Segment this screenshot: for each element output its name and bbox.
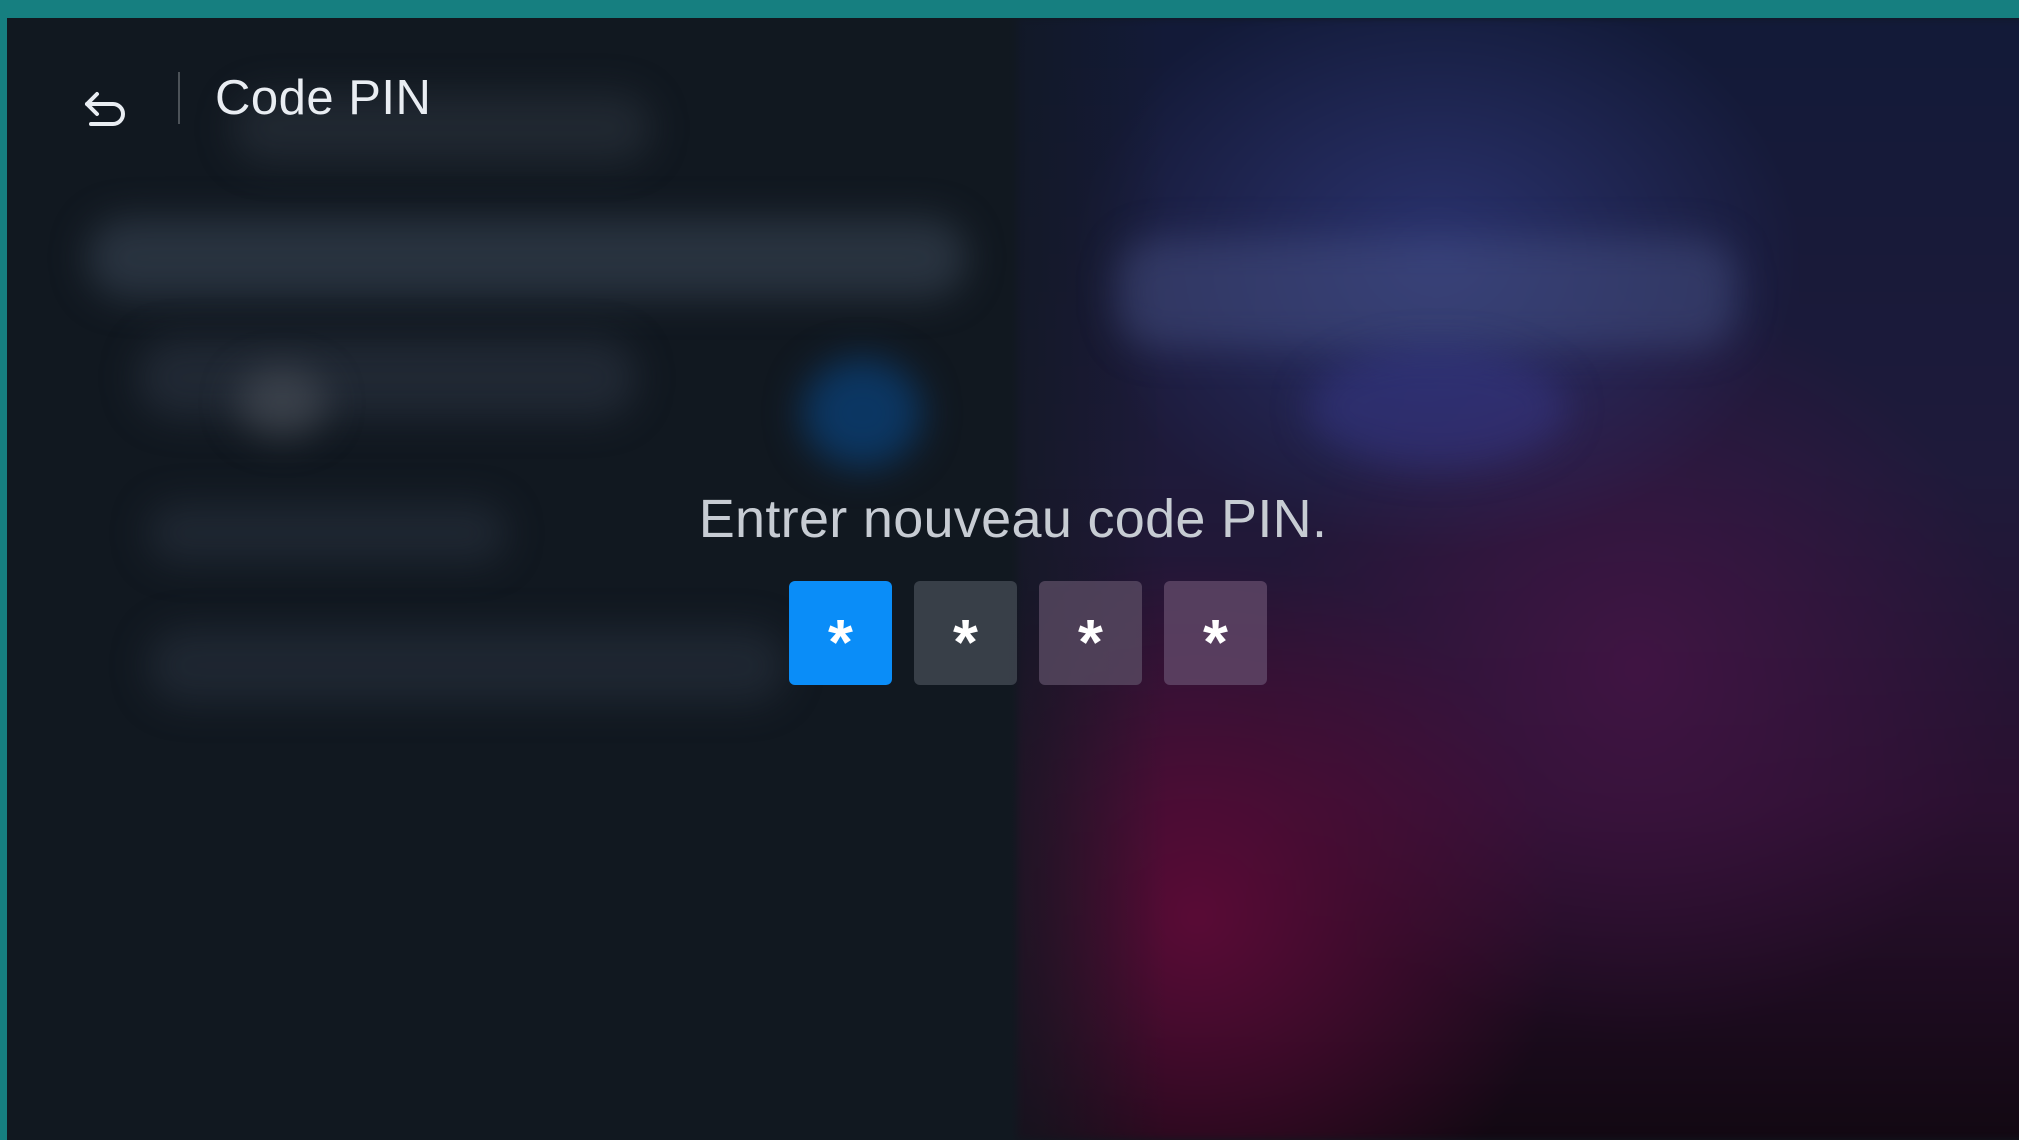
pin-digit-4[interactable]: *: [1164, 581, 1267, 685]
pin-digit-3[interactable]: *: [1039, 581, 1142, 685]
blurred-background-content: [87, 218, 967, 298]
header-divider: [178, 72, 180, 124]
pin-digit-1[interactable]: *: [789, 581, 892, 685]
header-bar: Code PIN: [7, 18, 2019, 178]
screen-frame: Code PIN Entrer nouveau code PIN. * * * …: [7, 18, 2019, 1140]
page-title: Code PIN: [215, 71, 432, 125]
blurred-background-content: [1117, 238, 1737, 348]
blurred-background-content: [802, 358, 922, 468]
pin-input: * * * *: [789, 581, 1267, 685]
background-gradient: [1017, 18, 2019, 1140]
background-fade: [907, 18, 1167, 1140]
back-button[interactable]: [75, 78, 139, 142]
blurred-background-content: [137, 338, 637, 418]
blurred-background-content: [237, 368, 327, 438]
blurred-background-content: [1307, 348, 1567, 468]
pin-prompt: Entrer nouveau code PIN.: [698, 489, 1328, 549]
back-arrow-icon: [85, 92, 125, 126]
blurred-background-content: [147, 628, 787, 703]
pin-digit-2[interactable]: *: [914, 581, 1017, 685]
